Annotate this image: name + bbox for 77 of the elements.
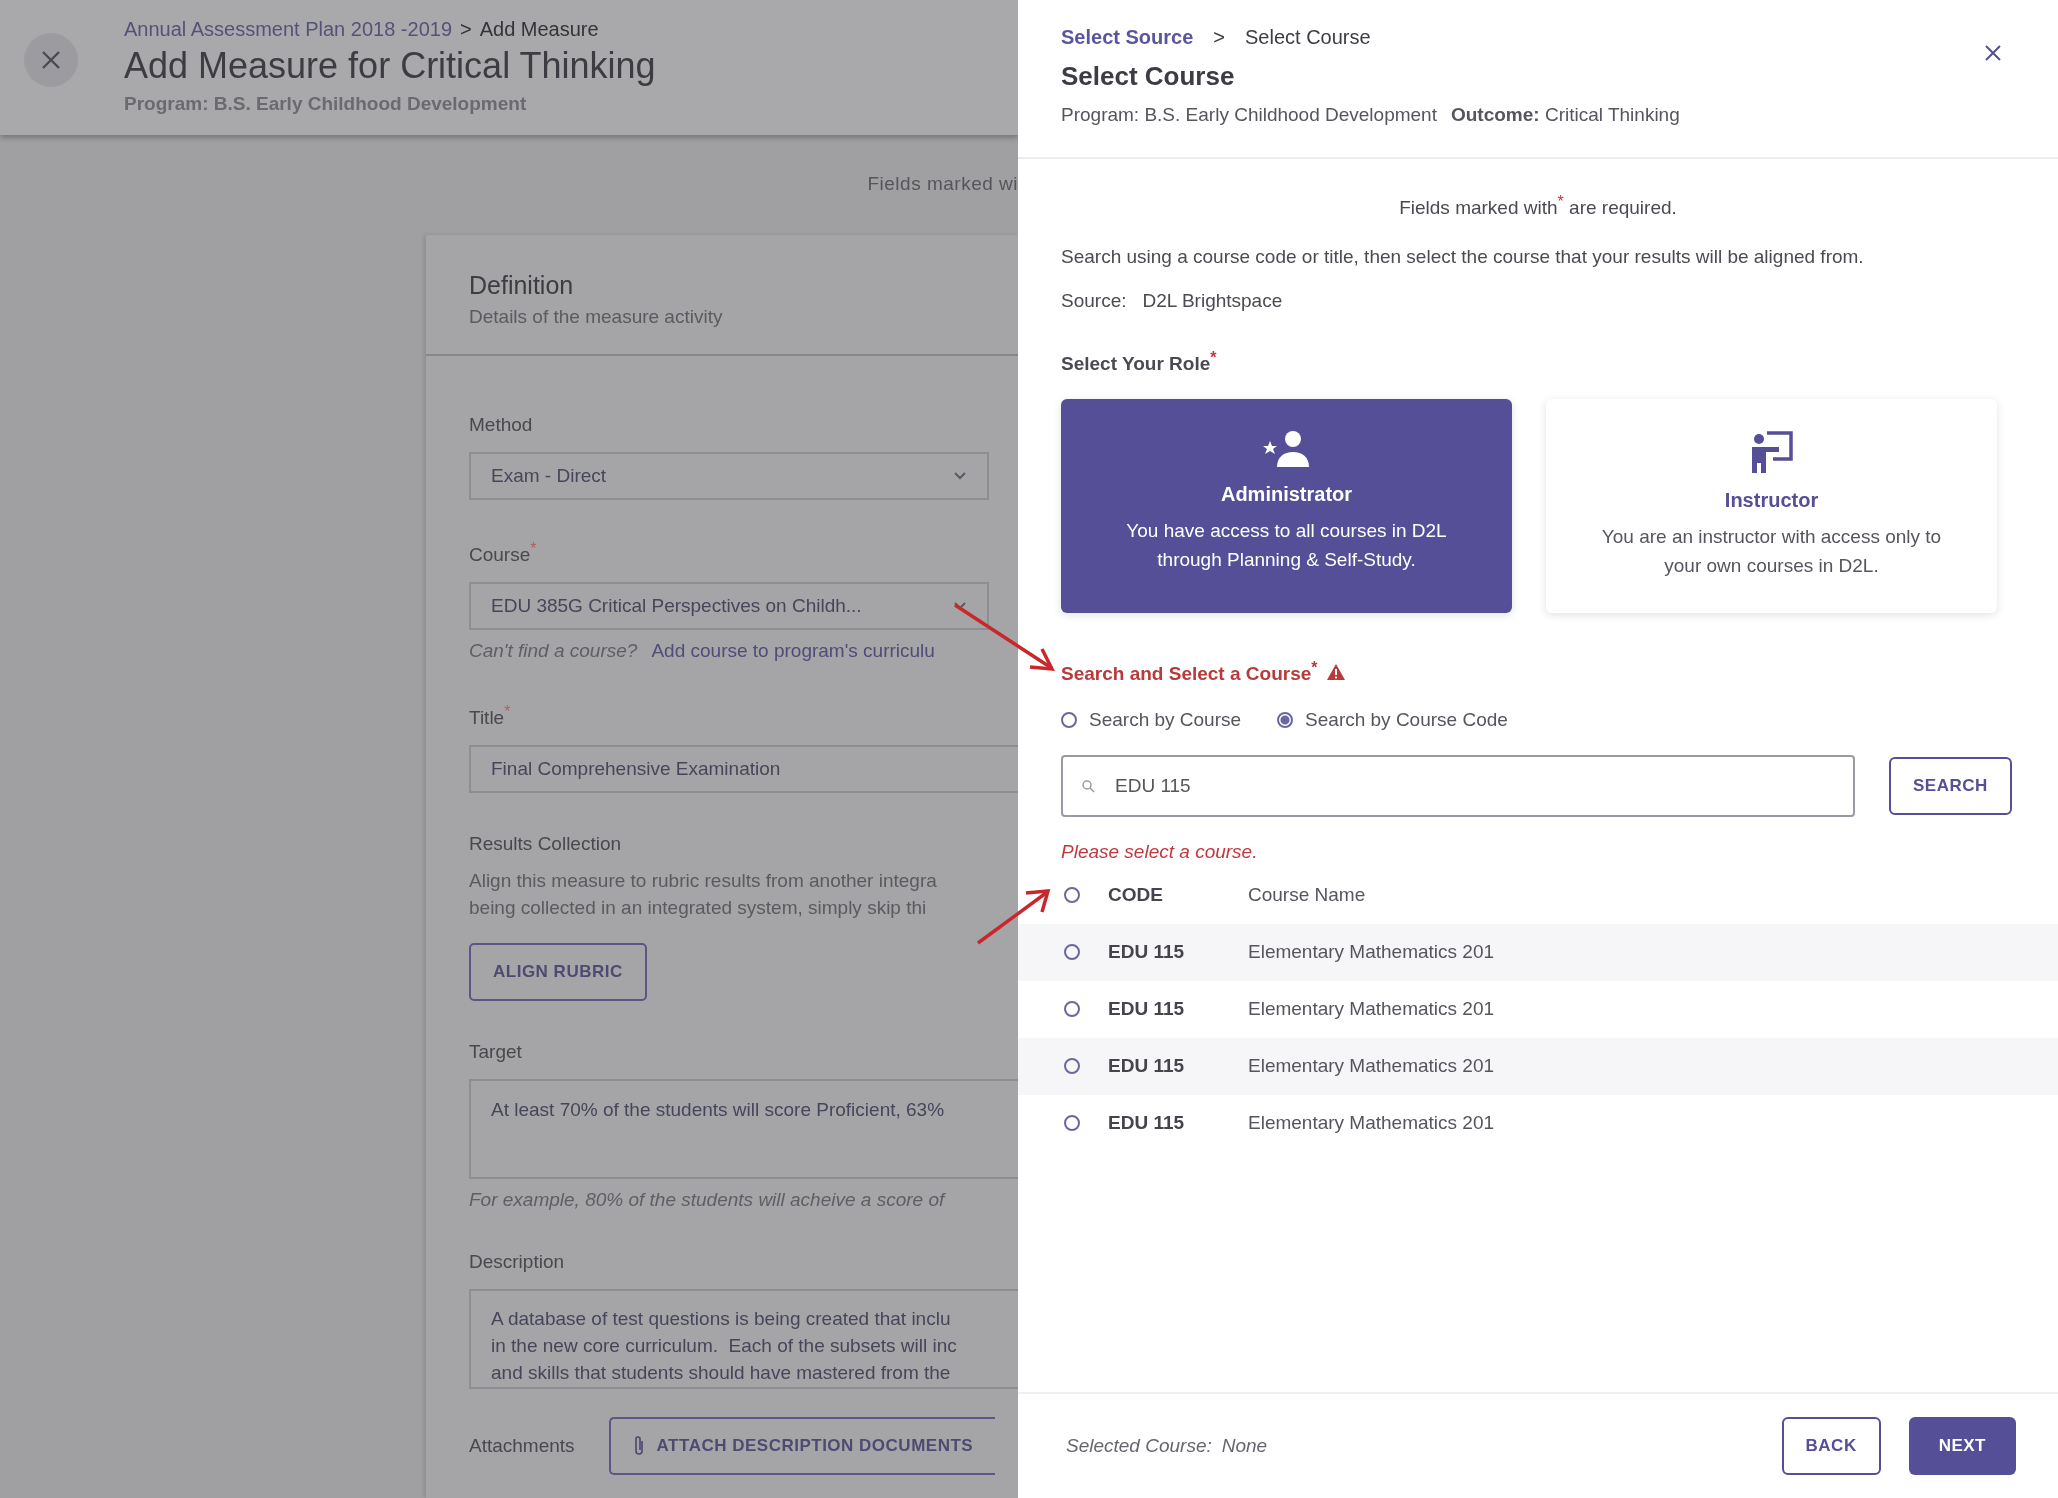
section-title: Definition [469,271,575,300]
table-cell-text: EDU 115 [1108,941,1186,964]
breadcrumb-separator: > [1213,26,1225,49]
description-field[interactable]: A database of test questions is being created that inclu in the new core curriculum. Each of the subsets will inc and skills that students should have mastered from the [469,1288,1018,1389]
table-cell: Elementary Mathematics 201 [1248,941,1495,964]
field-label: Title$^{*}$ [469,702,511,729]
role-card[interactable]: Instructor You are an instructor with access only to your own courses in D2L. [1546,398,1997,613]
search-icon [1081,779,1095,793]
field-label: Results Collection [469,832,622,855]
warning-icon [1325,662,1346,681]
field-label: Target [469,1040,522,1063]
role-title: Instructor [1724,488,1819,512]
program-name: Program: B.S. Early Childhood Development [1061,104,1437,126]
source-value: D2L Brightspace [1142,290,1283,313]
results-description: Align this measure to rubric results from another integra being collected in an integrated system, simply skip thi [469,868,937,920]
paperclip-icon [632,1434,645,1457]
table-cell-text: EDU 115 [1108,998,1186,1021]
instructions-text: Search using a course code or title, then select the course that your results will be aligned from. [1061,245,1865,270]
radio-option[interactable]: Search by Course [1061,709,1242,731]
radio-button[interactable] [1064,887,1080,904]
breadcrumb-link[interactable]: Select Source [1061,26,1194,49]
section-subtitle: Details of the measure activity [469,306,724,328]
selected-course-label: Selected Course: [1066,1435,1212,1457]
breadcrumb-separator: > [460,18,472,41]
table-cell-text: EDU 115 [1108,1055,1186,1078]
target-field[interactable]: At least 70% of the students will score Proficient, 63% [469,1078,1018,1179]
radio-option[interactable]: Search by Course Code [1277,709,1508,731]
program-name: Program: B.S. Early Childhood Development [124,93,528,115]
required-note: Fields marked wi [867,173,1018,195]
table-row[interactable]: EDU 115 Elementary Mathematics 201 [1018,924,2058,981]
role-title: Administrator [1220,482,1353,506]
close-icon [40,49,62,71]
breadcrumb-current: Add Measure [479,18,599,41]
table-cell: Elementary Mathematics 201 [1248,1055,1495,1078]
role-card[interactable]: Administrator You have access to all courses in D2L through Planning & Self-Study. [1061,398,1512,613]
search-button[interactable]: SEARCH [1889,757,2012,815]
field-label: Description [469,1250,565,1273]
error-message: Please select a course. [1061,841,1259,863]
table-row[interactable]: EDU 115 Elementary Mathematics 201 [1018,1038,2058,1095]
role-description: You have access to all courses in D2L through Planning & Self-Study. [1125,518,1448,572]
table-row[interactable]: EDU 115 Elementary Mathematics 201 [1018,981,2058,1038]
hint-text: Can't find a course? [469,640,638,663]
table-row[interactable]: EDU 115 Elementary Mathematics 201 [1018,1095,2058,1152]
radio-button[interactable] [1064,1058,1080,1075]
radio-button[interactable] [1277,712,1294,728]
next-button[interactable]: NEXT [1908,1417,2016,1475]
radio-button[interactable] [1064,944,1080,961]
drawer-title: Select Course [1061,61,1236,92]
method-dropdown[interactable]: Exam - Direct [469,452,989,500]
breadcrumb-current: Select Course [1245,26,1371,49]
title-field[interactable]: Final Comprehensive Examination [469,744,1018,793]
role-label: Select Your Role$^{*}$ [1061,348,1218,375]
search-label: Search and Select a Course$^{*}$ [1061,658,1318,685]
close-icon [1984,44,2002,62]
field-label: Method [469,414,533,436]
radio-button[interactable] [1064,1115,1080,1132]
course-dropdown[interactable]: EDU 385G Critical Perspectives on Childh... [469,582,989,631]
required-note: Fields marked with$^{*}$ are required. [1398,193,1678,220]
hint-text: For example, 80% of the students will acheive a score of [469,1188,945,1211]
person-star-icon [1261,428,1312,469]
search-field[interactable]: EDU 115 [1061,755,1855,817]
table-cell-text: EDU 115 [1108,1112,1186,1135]
field-label: Attachments [469,1434,575,1457]
role-description: You are an instructor with access only to your own courses in D2L. [1600,524,1943,578]
table-cell: Elementary Mathematics 201 [1248,1112,1495,1135]
table-cell: Elementary Mathematics 201 [1248,998,1495,1021]
chevron-icon [953,471,967,481]
radio-button[interactable] [1064,1001,1080,1018]
field-label: Course$^{*}$ [469,540,537,567]
column-header: Course Name [1248,884,1366,907]
column-header: CODE [1108,884,1164,907]
source-label: Source: [1061,290,1127,313]
back-button[interactable]: BACK [1781,1417,1881,1475]
radio-button[interactable] [1061,712,1077,728]
outcome-name: Outcome: Critical Thinking [1450,104,1680,126]
page-title: Add Measure for Critical Thinking [124,45,656,87]
selected-course-value: None [1221,1435,1268,1457]
